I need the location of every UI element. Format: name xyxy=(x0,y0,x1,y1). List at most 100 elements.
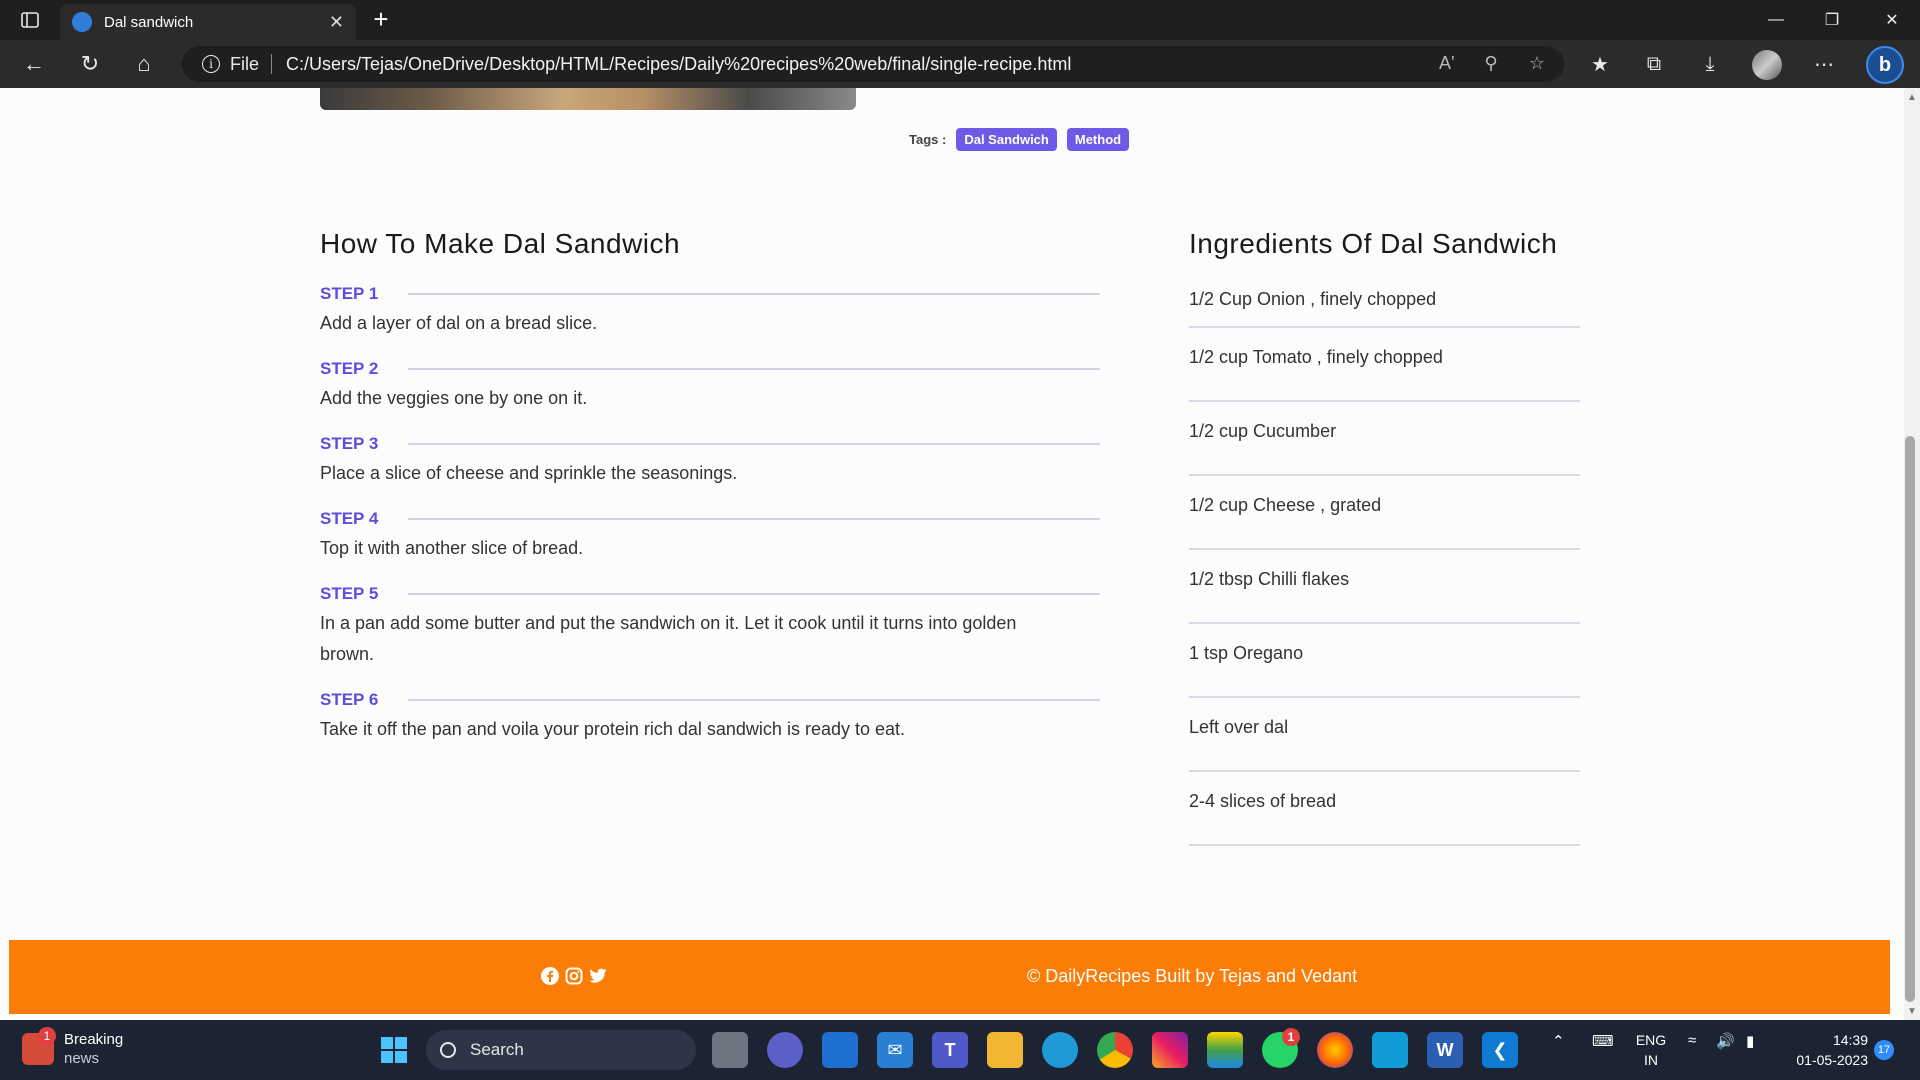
site-info-icon[interactable]: i xyxy=(202,55,220,73)
more-options-icon[interactable]: ⋯ xyxy=(1806,48,1842,80)
page-viewport: Tags : Dal Sandwich Method How To Make D… xyxy=(0,88,1904,1020)
step-item: STEP 1 Add a layer of dal on a bread sli… xyxy=(320,284,1100,339)
browser-tab-bar: Dal sandwich ✕ + — ❐ ✕ xyxy=(0,0,1920,40)
touch-keyboard-icon[interactable]: ⌨ xyxy=(1592,1032,1614,1050)
language-indicator[interactable]: ENG IN xyxy=(1634,1030,1668,1070)
favorites-icon[interactable]: ★ xyxy=(1582,48,1618,80)
step-label: STEP 3 xyxy=(320,434,379,453)
news-subtitle: news xyxy=(64,1050,100,1067)
new-tab-button[interactable]: + xyxy=(366,6,396,34)
ingredient-item: 1 tsp Oregano xyxy=(1189,638,1580,698)
battery-icon[interactable]: ▮ xyxy=(1746,1032,1754,1050)
step-divider xyxy=(408,368,1100,370)
address-bar[interactable]: i File C:/Users/Tejas/OneDrive/Desktop/H… xyxy=(182,46,1564,82)
ingredients-title: Ingredients Of Dal Sandwich xyxy=(1189,228,1558,259)
instagram-app-icon[interactable] xyxy=(1152,1032,1188,1068)
taskbar-search[interactable]: Search xyxy=(426,1030,696,1070)
downloads-icon[interactable]: ⤓ xyxy=(1692,48,1728,80)
notification-badge[interactable]: 17 xyxy=(1874,1040,1894,1060)
scroll-down-icon[interactable]: ▼ xyxy=(1906,1006,1918,1018)
step-item: STEP 2 Add the veggies one by one on it. xyxy=(320,359,1100,414)
browser-nav-bar: ← ↻ ⌂ i File C:/Users/Tejas/OneDrive/Des… xyxy=(0,40,1920,88)
whatsapp-icon[interactable]: 1 xyxy=(1262,1028,1300,1068)
bing-copilot-icon[interactable]: b xyxy=(1866,46,1904,84)
home-button[interactable]: ⌂ xyxy=(126,48,162,80)
scrollbar-thumb[interactable] xyxy=(1905,436,1915,1002)
ingredients-list: 1/2 Cup Onion , finely chopped 1/2 cup T… xyxy=(1189,284,1580,846)
page-footer: © DailyRecipes Built by Tejas and Vedant xyxy=(9,940,1890,1014)
tag-dal-sandwich[interactable]: Dal Sandwich xyxy=(956,128,1057,151)
news-badge: 1 xyxy=(38,1027,56,1045)
facebook-icon[interactable] xyxy=(540,966,560,986)
step-text: Add a layer of dal on a bread slice. xyxy=(320,313,598,333)
widgets-app-icon[interactable] xyxy=(822,1032,858,1068)
collections-icon[interactable]: ⧉ xyxy=(1636,48,1672,80)
back-button[interactable]: ← xyxy=(16,48,52,80)
zoom-icon[interactable]: ⚲ xyxy=(1476,48,1506,78)
clock-date: 01-05-2023 xyxy=(1796,1052,1868,1068)
step-divider xyxy=(408,593,1100,595)
mail-icon[interactable]: ✉ xyxy=(877,1032,913,1068)
step-label: STEP 2 xyxy=(320,359,379,378)
twitter-icon[interactable] xyxy=(588,966,608,986)
teams-icon[interactable]: T xyxy=(932,1032,968,1068)
read-aloud-icon[interactable]: A‛ xyxy=(1432,48,1462,78)
close-tab-icon[interactable]: ✕ xyxy=(329,12,344,33)
social-links xyxy=(540,966,608,986)
taskbar-clock[interactable]: 14:39 01-05-2023 xyxy=(1786,1030,1868,1070)
tab-actions-icon[interactable] xyxy=(14,8,46,32)
address-separator xyxy=(271,54,273,74)
scroll-up-icon[interactable]: ▲ xyxy=(1906,92,1918,104)
step-item: STEP 5 In a pan add some butter and put … xyxy=(320,584,1100,670)
profile-avatar[interactable] xyxy=(1752,50,1782,80)
whatsapp-badge: 1 xyxy=(1282,1028,1300,1046)
refresh-button[interactable]: ↻ xyxy=(72,48,108,80)
step-item: STEP 3 Place a slice of cheese and sprin… xyxy=(320,434,1100,489)
bluestacks-icon[interactable] xyxy=(1207,1032,1243,1068)
method-title: How To Make Dal Sandwich xyxy=(320,228,681,259)
windows-taskbar: 1 Breaking news Search ✉ T 1 W ❮ ⌃ ⌨ ENG… xyxy=(0,1020,1920,1080)
lang-bottom: IN xyxy=(1644,1052,1658,1068)
url-text[interactable]: C:/Users/Tejas/OneDrive/Desktop/HTML/Rec… xyxy=(286,54,1071,75)
lang-top: ENG xyxy=(1635,1032,1667,1048)
restore-window-icon[interactable]: ❐ xyxy=(1804,0,1860,40)
word-icon[interactable]: W xyxy=(1427,1032,1463,1068)
browser-tab-active[interactable]: Dal sandwich ✕ xyxy=(60,4,356,40)
news-widget[interactable]: 1 Breaking news xyxy=(22,1027,123,1068)
file-explorer-icon[interactable] xyxy=(987,1032,1023,1068)
step-text: Take it off the pan and voila your prote… xyxy=(320,719,906,739)
teams-chat-icon[interactable] xyxy=(767,1032,803,1068)
ingredient-item: 2-4 slices of bread xyxy=(1189,786,1580,846)
ingredient-item: Left over dal xyxy=(1189,712,1580,772)
wifi-icon[interactable]: ≈ xyxy=(1688,1032,1696,1049)
virtualbox-icon[interactable] xyxy=(1372,1032,1408,1068)
recipe-image xyxy=(320,88,856,110)
minimize-window-icon[interactable]: — xyxy=(1748,0,1804,40)
steps-list: STEP 1 Add a layer of dal on a bread sli… xyxy=(320,284,1100,745)
search-label: Search xyxy=(470,1040,524,1059)
address-prefix: File xyxy=(230,53,260,74)
edge-browser-icon[interactable] xyxy=(1042,1032,1078,1068)
search-icon xyxy=(440,1042,456,1058)
show-hidden-icons-icon[interactable]: ⌃ xyxy=(1552,1032,1565,1050)
add-favorite-icon[interactable]: ☆ xyxy=(1522,48,1552,78)
chrome-icon[interactable] xyxy=(1097,1032,1133,1068)
ingredient-item: 1/2 Cup Onion , finely chopped xyxy=(1189,284,1580,328)
tags-label: Tags : xyxy=(909,132,947,147)
tag-method[interactable]: Method xyxy=(1066,128,1130,151)
windows-start-icon[interactable] xyxy=(376,1032,412,1068)
clock-time: 14:39 xyxy=(1832,1032,1868,1048)
page-favicon-icon xyxy=(72,12,92,32)
news-title: Breaking xyxy=(64,1031,124,1048)
firefox-icon[interactable] xyxy=(1317,1032,1353,1068)
news-text: Breaking news xyxy=(64,1030,123,1068)
step-text: Top it with another slice of bread. xyxy=(320,538,584,558)
ingredients-section: Ingredients Of Dal Sandwich 1/2 Cup Onio… xyxy=(1189,228,1580,860)
instagram-icon[interactable] xyxy=(564,966,584,986)
close-window-icon[interactable]: ✕ xyxy=(1864,0,1920,40)
step-divider xyxy=(408,443,1100,445)
task-view-icon[interactable] xyxy=(712,1032,748,1068)
volume-icon[interactable]: 🔊 xyxy=(1716,1032,1735,1050)
vscode-icon[interactable]: ❮ xyxy=(1482,1032,1518,1068)
step-text: Place a slice of cheese and sprinkle the… xyxy=(320,463,738,483)
